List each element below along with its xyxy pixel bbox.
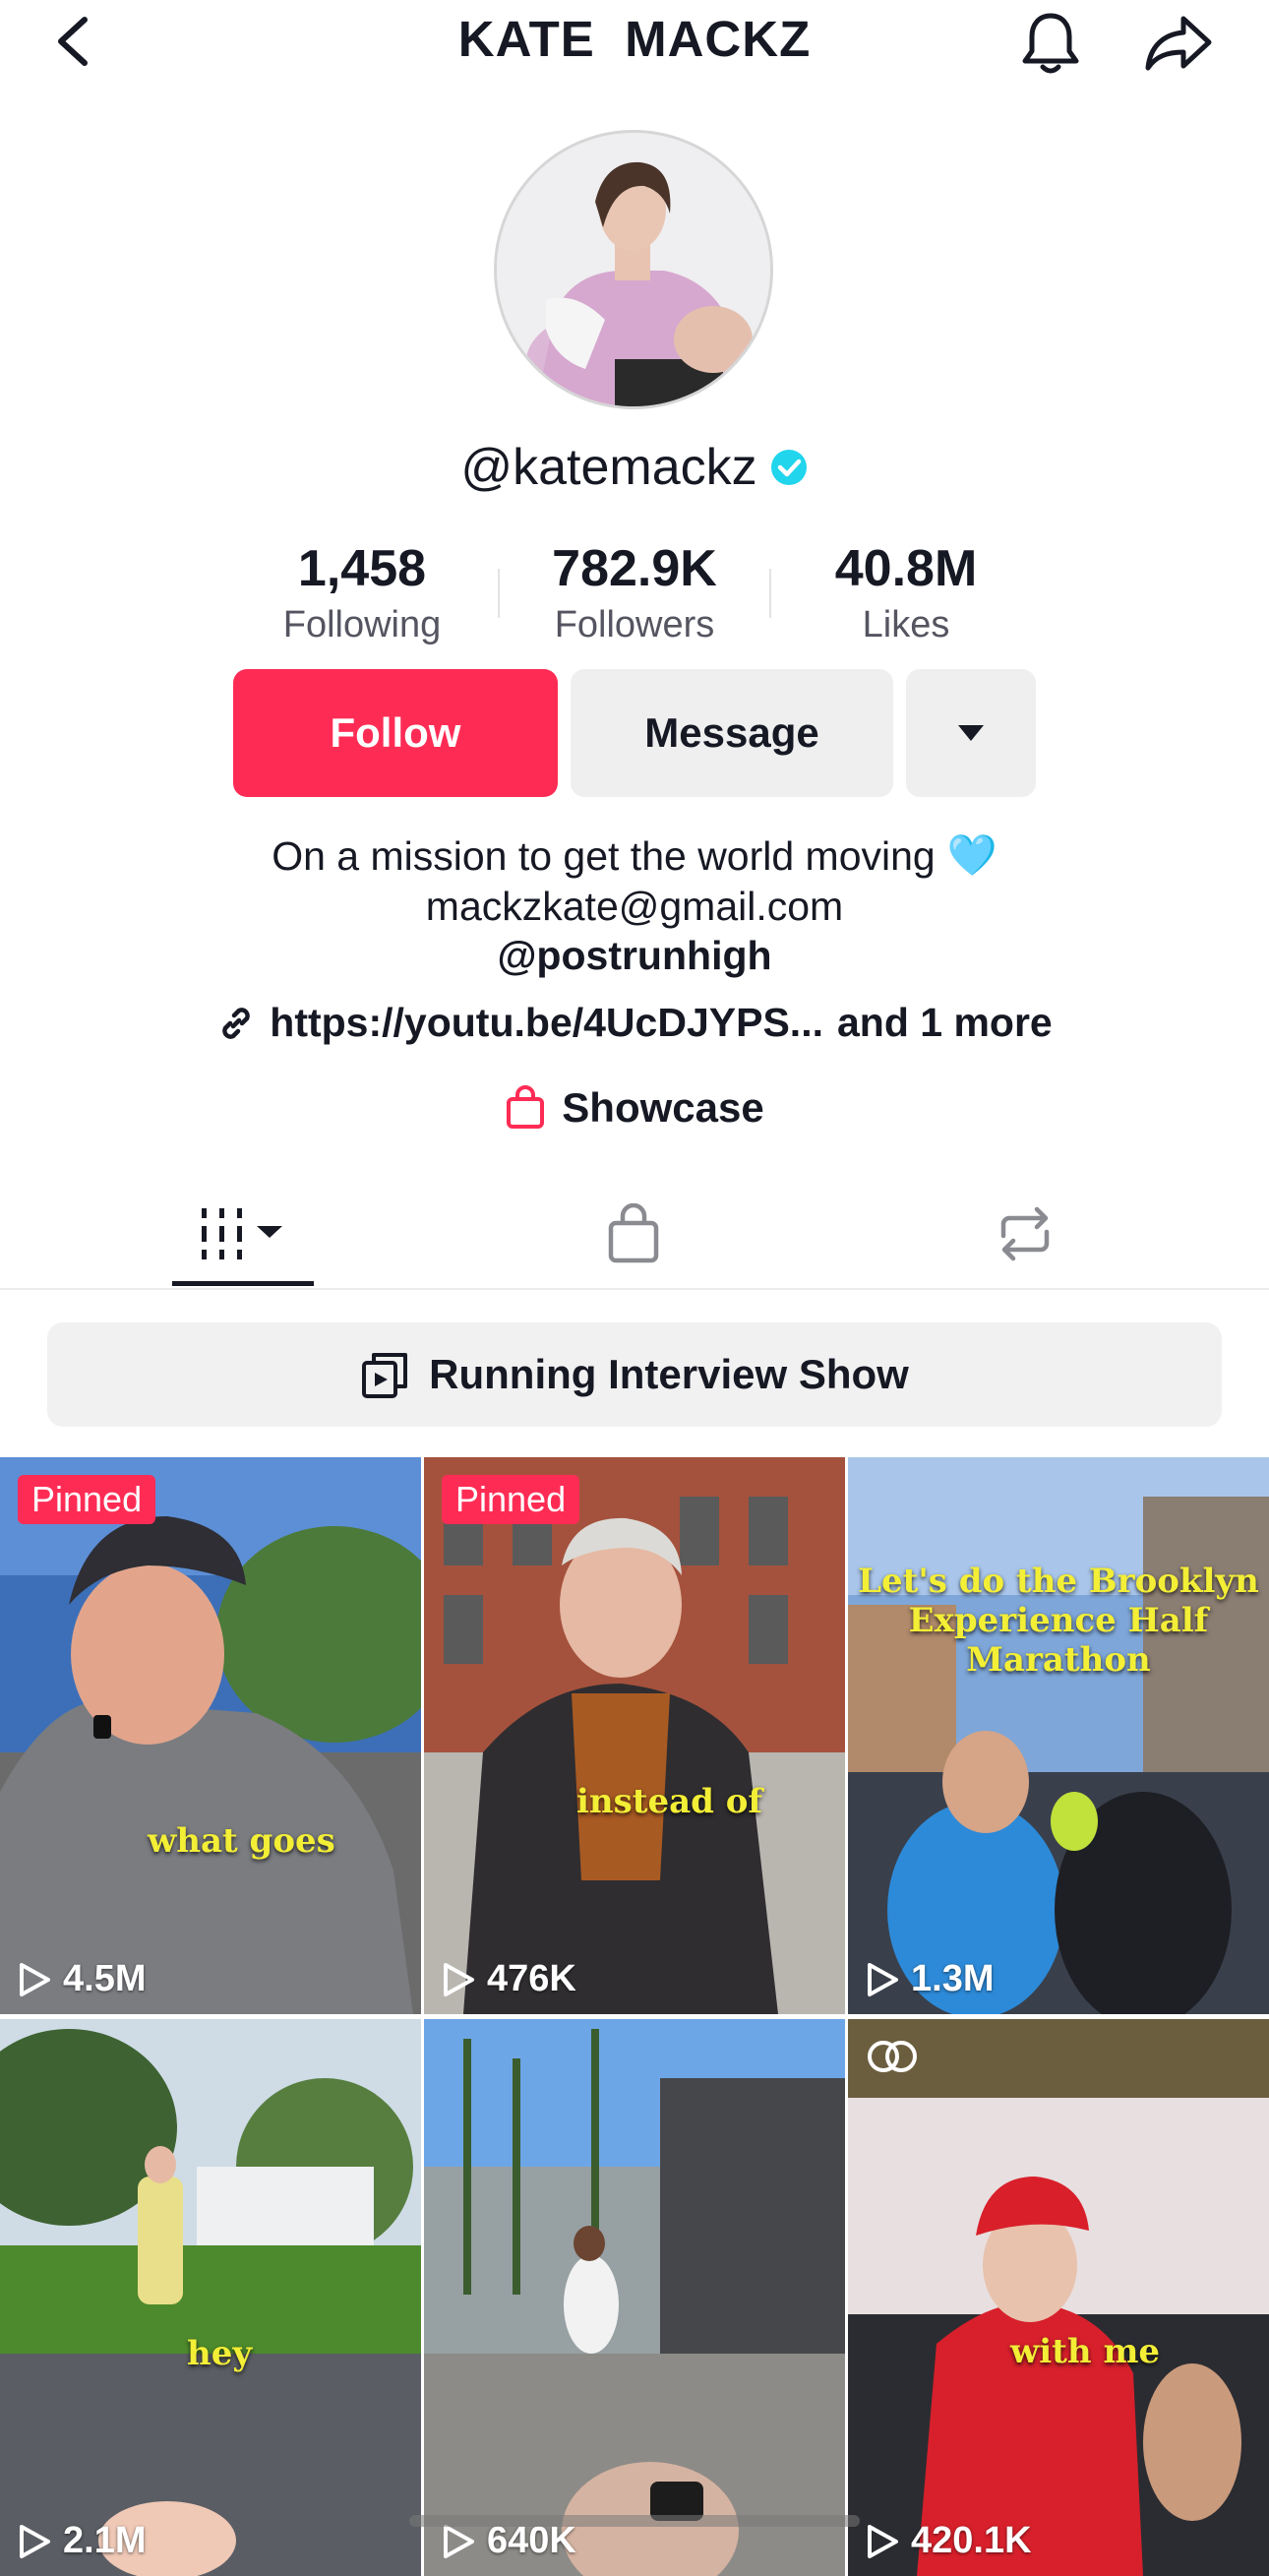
bell-icon [1022,13,1079,74]
view-count: 1.3M [866,1958,994,2000]
username-row: @katemackz [0,438,1269,497]
video-caption: with me [1010,2332,1161,2371]
chevron-left-icon [58,17,88,66]
video-tile[interactable]: Pinned what goes 4.5M [0,1457,421,2014]
play-icon [868,1962,898,1996]
play-icon [20,1962,50,1996]
shopping-bag-icon [608,1203,659,1263]
caret-down-icon [958,725,984,741]
playlist-label: Running Interview Show [429,1351,909,1397]
tab-shop[interactable] [584,1185,683,1283]
stat-following[interactable]: 1,458 Following [244,539,480,647]
back-button[interactable] [47,14,98,69]
view-count-value: 1.3M [911,1958,995,1999]
stat-divider [769,569,771,618]
collection-icon [868,2041,917,2072]
stat-value: 40.8M [834,540,978,597]
showcase-link[interactable]: Showcase [0,1084,1269,1132]
playlist-button[interactable]: Running Interview Show [47,1322,1222,1427]
avatar[interactable] [494,130,773,409]
video-caption: instead of [576,1782,763,1821]
video-thumbnail [424,2019,845,2576]
play-icon [20,2524,50,2558]
video-caption: what goes [148,1821,335,1861]
grid-bars-icon [202,1208,282,1259]
view-count-value: 2.1M [63,2520,147,2561]
bio-link[interactable]: https://youtu.be/4UcDJYPS... and 1 more [0,1000,1269,1046]
stat-divider [498,569,500,618]
pinned-badge: Pinned [18,1475,156,1524]
stat-label: Following [282,604,442,645]
stat-value: 1,458 [297,540,427,597]
follow-button[interactable]: Follow [233,669,558,797]
username: @katemackz [460,439,757,496]
stat-value: 782.9K [552,540,717,597]
link-icon [222,1007,251,1039]
tab-reposts[interactable] [976,1185,1074,1283]
repost-icon [1000,1206,1050,1261]
link-more[interactable]: and 1 more [837,1000,1053,1046]
video-thumbnail [848,1457,1269,2014]
more-options-button[interactable] [906,669,1036,797]
view-count: 2.1M [18,2520,146,2562]
play-icon [444,2524,474,2558]
showcase-label: Showcase [562,1084,764,1131]
video-thumbnail [848,2019,1269,2576]
video-thumbnail [0,1457,421,2014]
heart-emoji: 🩵 [946,832,997,878]
tabs-divider [0,1288,1269,1290]
view-count: 476K [442,1958,576,2000]
bio-line-1: On a mission to get the world moving 🩵 [0,832,1269,880]
video-thumbnail [0,2019,421,2576]
message-button[interactable]: Message [571,669,893,797]
play-icon [868,2524,898,2558]
shopping-bag-icon [507,1085,545,1129]
view-count-value: 476K [487,1958,576,1999]
share-button[interactable] [1141,8,1216,79]
bio-email[interactable]: mackzkate@gmail.com [0,884,1269,930]
video-caption: hey [187,2334,253,2373]
video-thumbnail [424,1457,845,2014]
video-tile[interactable]: Pinned instead of 476K [424,1457,845,2014]
avatar-photo [497,133,770,406]
tab-active-indicator [172,1281,314,1286]
video-tile[interactable]: 640K [424,2019,845,2576]
notifications-button[interactable] [1015,8,1086,79]
bio-text: On a mission to get the world moving [272,832,936,879]
scroll-indicator [409,2515,860,2527]
video-tile[interactable]: with me 420.1K [848,2019,1269,2576]
link-url[interactable]: https://youtu.be/4UcDJYPS... [270,1000,823,1046]
pinned-badge: Pinned [442,1475,580,1524]
view-count-value: 420.1K [911,2520,1032,2561]
tab-videos[interactable] [172,1185,314,1283]
video-tile[interactable]: hey 2.1M [0,2019,421,2576]
video-caption: Let's do the Brooklyn Experience Half Ma… [858,1562,1259,1680]
header: KATE MACKZ [0,0,1269,89]
stat-likes[interactable]: 40.8M Likes [788,539,1024,647]
view-count: 420.1K [866,2520,1032,2562]
share-arrow-icon [1145,16,1212,71]
stat-label: Likes [862,604,950,645]
bio-mention[interactable]: @postrunhigh [0,933,1269,979]
view-count-value: 4.5M [63,1958,147,1999]
verified-badge-icon [770,450,807,485]
playlist-icon [362,1353,408,1398]
stat-label: Followers [554,604,715,645]
view-count: 4.5M [18,1958,146,2000]
play-icon [444,1962,474,1996]
stat-followers[interactable]: 782.9K Followers [516,539,753,647]
video-tile[interactable]: Let's do the Brooklyn Experience Half Ma… [848,1457,1269,2014]
